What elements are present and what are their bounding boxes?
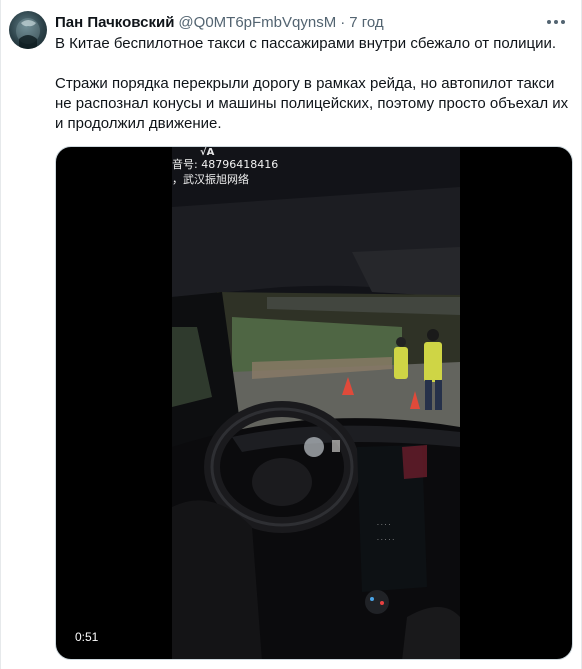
car-interior-scene: · · · · · · · · ·	[172, 147, 460, 659]
tweet-text: В Китае беспилотное такси с пассажирами …	[55, 34, 570, 134]
tweet-paragraph-2: Стражи порядка перекрыли дорогу в рамках…	[55, 75, 569, 132]
svg-text:· · · · ·: · · · · ·	[377, 537, 394, 544]
video-player[interactable]: · · · · · · · · · √A 音号: 48796418416 ，武汉…	[55, 146, 573, 660]
watermark-line-2: ，武汉振旭网络	[172, 173, 249, 186]
tweet-timestamp[interactable]: 7 год	[349, 14, 383, 31]
tweet-paragraph-1: В Китае беспилотное такси с пассажирами …	[55, 35, 557, 52]
video-watermark: √A 音号: 48796418416 ，武汉振旭网络	[172, 147, 279, 187]
video-frame: · · · · · · · · · √A 音号: 48796418416 ，武汉…	[172, 147, 460, 659]
video-duration-badge: 0:51	[72, 629, 102, 645]
author-name[interactable]: Пан Пачковский	[55, 14, 174, 31]
separator-dot: ·	[340, 13, 346, 31]
author-handle[interactable]: @Q0MT6pFmbVqynsM	[178, 14, 336, 31]
svg-text:· · · ·: · · · ·	[377, 522, 390, 529]
tweet-card[interactable]: Пан Пачковский @Q0MT6pFmbVqynsM · 7 год …	[0, 0, 582, 669]
more-horizontal-icon[interactable]	[542, 11, 570, 33]
watermark-logo: √A	[200, 147, 215, 158]
tweet-header: Пан Пачковский @Q0MT6pFmbVqynsM · 7 год	[55, 11, 541, 33]
avatar[interactable]	[9, 11, 47, 49]
watermark-line-1: 音号: 48796418416	[172, 158, 279, 171]
